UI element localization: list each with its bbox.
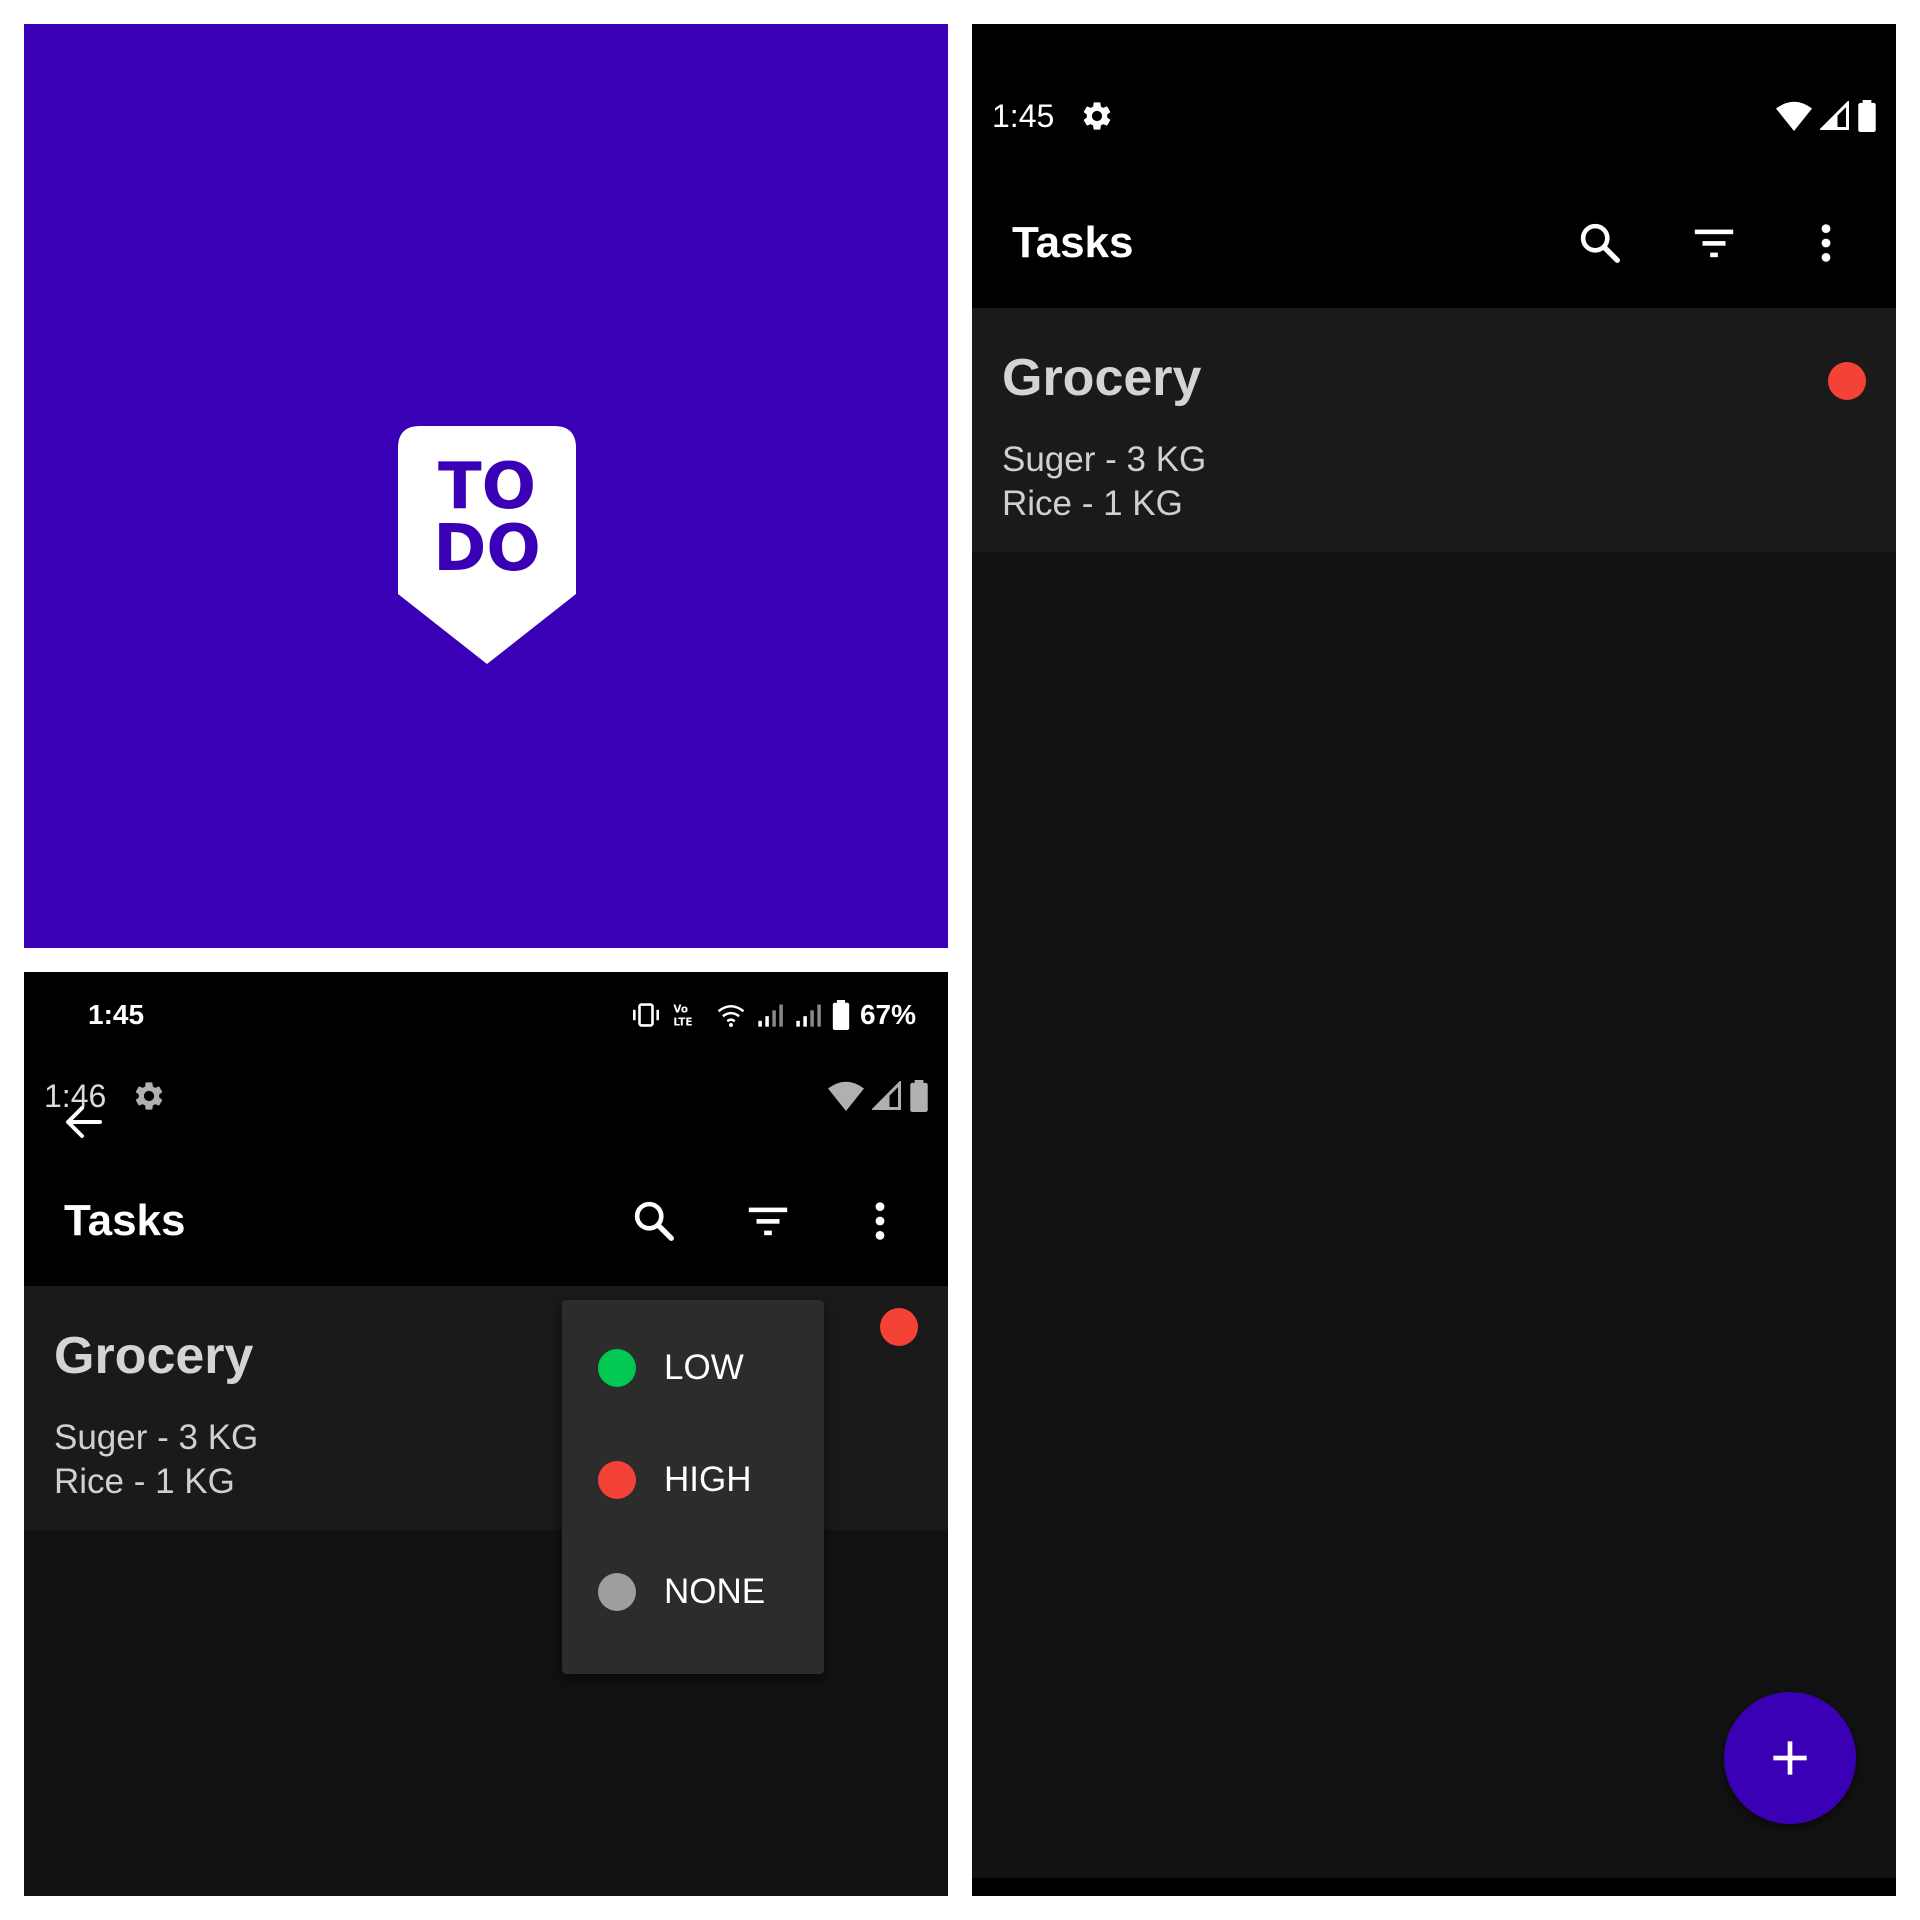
more-vert-icon[interactable] xyxy=(1798,215,1854,271)
filter-icon[interactable] xyxy=(740,1193,796,1249)
task-description-line: Suger - 3 KG xyxy=(1002,440,1207,479)
device-status-bar: 1:45 Vo LTE 67% xyxy=(24,972,948,1058)
menu-item-label: NONE xyxy=(664,1572,766,1611)
back-arrow-icon[interactable] xyxy=(60,1098,108,1146)
volte-icon: VoLTE xyxy=(673,1003,692,1028)
menu-item-label: LOW xyxy=(664,1348,744,1387)
task-description-line: Suger - 3 KG xyxy=(54,1418,259,1457)
search-icon[interactable] xyxy=(626,1193,682,1249)
menu-item-label: HIGH xyxy=(664,1460,752,1499)
gear-icon xyxy=(1080,99,1114,133)
wifi-icon xyxy=(828,1081,864,1111)
app-bar-title: Tasks xyxy=(64,1196,186,1245)
battery-icon xyxy=(1858,100,1876,132)
tasks-screen-filter-open: 1:45 Vo LTE 67% 1:46 Tasks Grocery Suger… xyxy=(24,972,948,1896)
battery-percent: 67% xyxy=(859,999,916,1030)
splash-screen: TO DO xyxy=(24,24,948,948)
task-description-line: Rice - 1 KG xyxy=(1002,484,1183,523)
svg-text:Vo: Vo xyxy=(673,1003,688,1015)
more-vert-icon[interactable] xyxy=(852,1193,908,1249)
battery-icon xyxy=(910,1080,928,1112)
plus-icon xyxy=(1773,1741,1807,1775)
wifi-icon xyxy=(1776,101,1812,131)
task-description-line: Rice - 1 KG xyxy=(54,1462,235,1501)
cell-signal-icon xyxy=(758,1004,783,1027)
priority-filter-menu: LOW HIGH NONE xyxy=(562,1300,824,1674)
battery-icon xyxy=(832,1000,850,1030)
menu-item-none[interactable]: NONE xyxy=(562,1536,824,1648)
cell-signal-icon xyxy=(1820,101,1849,130)
gear-icon xyxy=(132,1079,166,1113)
add-task-button[interactable] xyxy=(1724,1692,1856,1824)
system-icons xyxy=(828,1058,928,1134)
task-card[interactable]: Grocery Suger - 3 KG Rice - 1 KG xyxy=(972,308,1896,552)
tasks-screen: 1:45 Tasks Grocery Suger - 3 KG Rice - 1… xyxy=(972,24,1896,1896)
low-priority-dot xyxy=(598,1349,636,1387)
device-system-icons: Vo LTE 67% xyxy=(630,972,916,1058)
status-bar: 1:46 xyxy=(24,1058,948,1134)
app-bar: Tasks xyxy=(24,1156,948,1286)
task-title: Grocery xyxy=(54,1327,254,1385)
none-priority-dot xyxy=(598,1573,636,1611)
logo-line-2: DO xyxy=(433,512,541,586)
todo-logo: TO DO xyxy=(398,426,576,664)
filter-icon[interactable] xyxy=(1686,215,1742,271)
menu-item-low[interactable]: LOW xyxy=(562,1312,824,1424)
wifi-icon xyxy=(717,1005,745,1027)
high-priority-dot xyxy=(598,1461,636,1499)
vibrate-icon xyxy=(632,1003,659,1027)
status-bar: 1:45 xyxy=(972,78,1896,154)
system-icons xyxy=(1776,78,1876,154)
svg-text:LTE: LTE xyxy=(673,1016,692,1028)
task-title: Grocery xyxy=(1002,349,1202,407)
status-time: 1:45 xyxy=(992,97,1055,134)
app-bar: Tasks xyxy=(972,178,1896,308)
device-status-time: 1:45 xyxy=(88,999,145,1030)
app-bar-title: Tasks xyxy=(1012,218,1134,267)
search-icon[interactable] xyxy=(1572,215,1628,271)
priority-indicator xyxy=(880,1308,918,1346)
menu-item-high[interactable]: HIGH xyxy=(562,1424,824,1536)
priority-indicator xyxy=(1828,362,1866,400)
cell-signal-icon xyxy=(872,1081,901,1110)
cell-signal-icon xyxy=(796,1004,821,1027)
